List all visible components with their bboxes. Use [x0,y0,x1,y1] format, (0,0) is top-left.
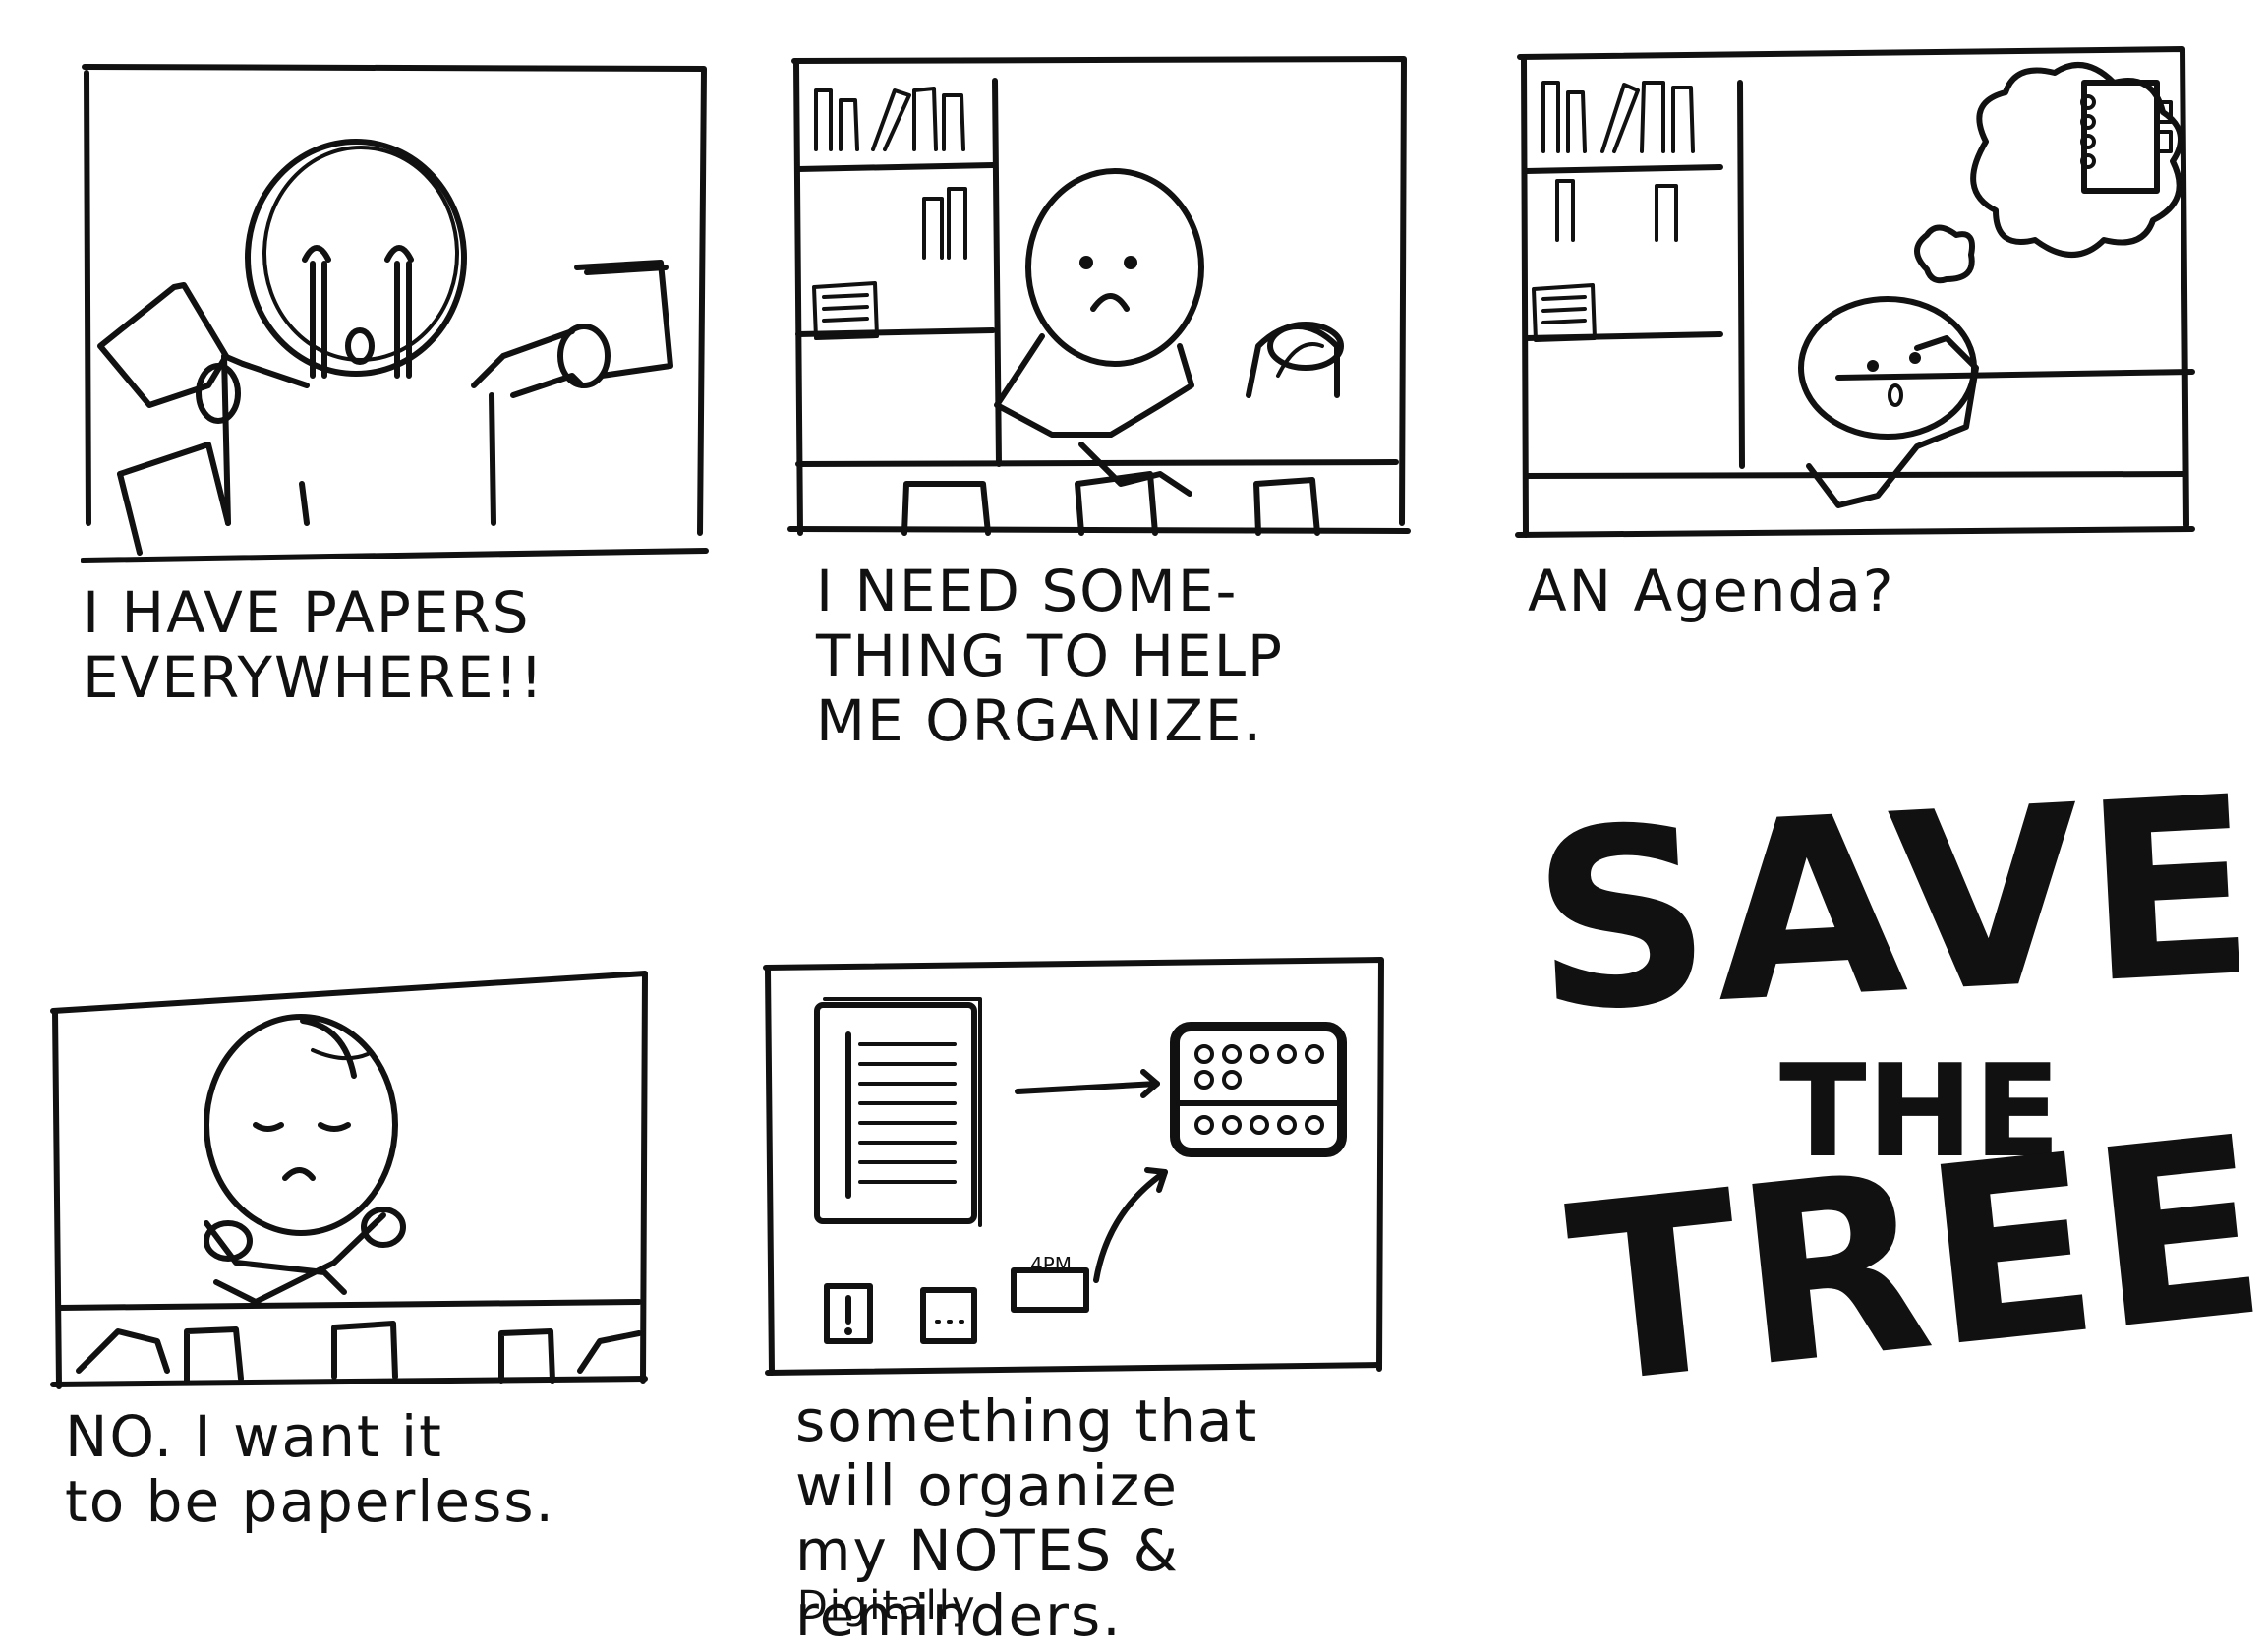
panel-4-caption: NO. I want it to be paperless. [65,1403,555,1535]
panel-2-caption: I NEED SOME- THING TO HELP ME ORGANIZE. [816,558,1284,754]
panel-3-caption: AN Agenda? [1528,558,1895,624]
panel-5-note: Digitally [797,1583,977,1628]
panel-2-drawing [786,51,1416,543]
panel-2-need-help: I NEED SOME- THING TO HELP ME ORGANIZE. [786,51,1416,753]
panel-4-paperless: NO. I want it to be paperless. [49,968,649,1534]
time-label: 4PM [1029,1253,1073,1276]
slogan-line-3: TREES [1557,1064,2268,1441]
slogan-line-1: SAVE [1526,742,2265,1067]
panel-5-organize-digitally: 4PM something that will organize my NOTE… [762,956,1391,1648]
panel-3-drawing [1514,43,2202,545]
panel-5-drawing [762,956,1391,1379]
panel-1-caption: I HAVE PAPERS EVERYWHERE!! [83,579,546,711]
panel-1-drawing [81,61,710,572]
save-the-trees-slogan: SAVE THE TREES [1526,743,2268,1441]
panel-1-papers-everywhere: I HAVE PAPERS EVERYWHERE!! [81,61,710,710]
panel-4-drawing [49,968,649,1390]
panel-3-agenda: AN Agenda? [1514,43,2202,623]
